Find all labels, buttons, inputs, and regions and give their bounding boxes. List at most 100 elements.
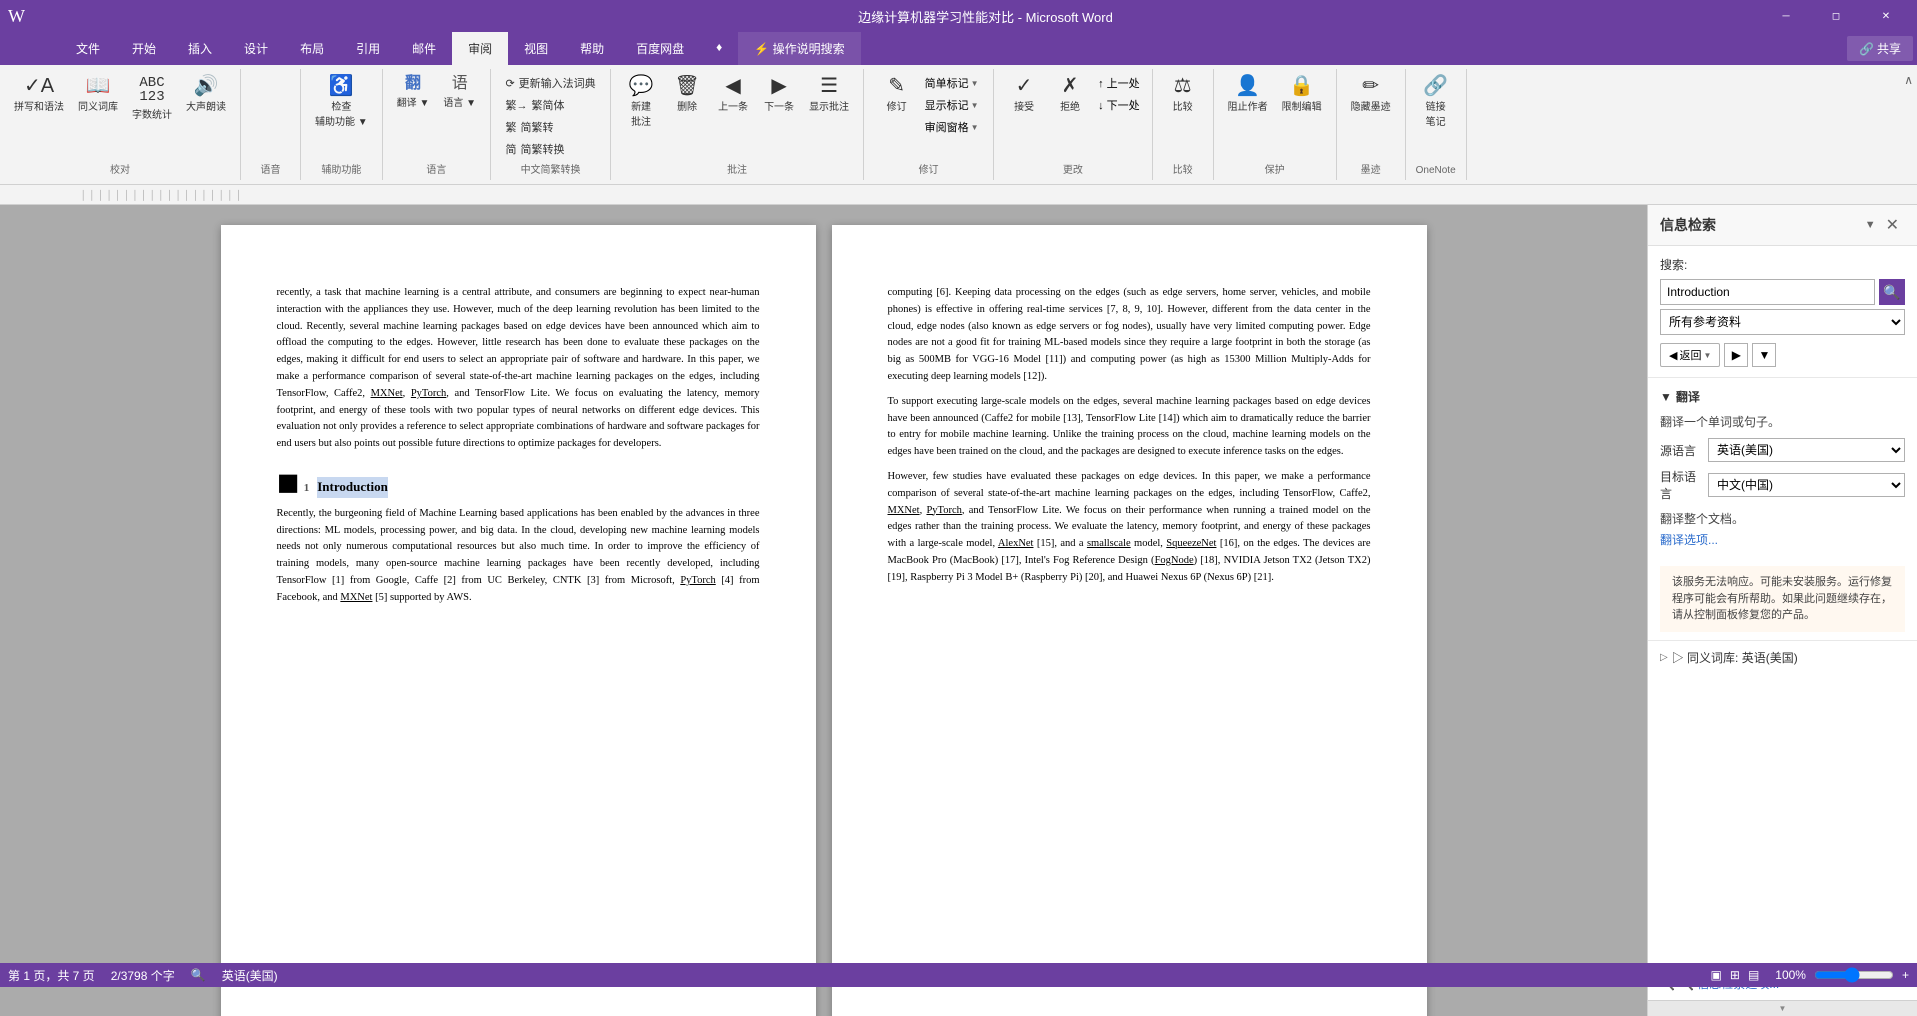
spelling-icon: ✓A [24,76,54,96]
delete-comment-button[interactable]: 🗑 删除 [665,73,709,116]
proofreading-items: ✓A 拼写和语法 📖 同义词库 ABC123 字数统计 🔊 大声朗读 [8,73,232,159]
track-changes-button[interactable]: ✎ 修订 [875,73,919,116]
track-items: ✎ 修订 简单标记 ▼ 显示标记 ▼ 审阅窗格 ▼ [875,73,983,159]
show-markup-dropdown[interactable]: 显示标记 ▼ [921,95,983,115]
title-text: 边缘计算机器学习性能对比 - Microsoft Word [208,7,1763,26]
ribbon-collapse[interactable]: ∧ [1900,69,1917,180]
warning-box: 该服务无法响应。可能未安装服务。运行修复程序可能会有所帮助。如果此问题继续存在，… [1660,566,1905,632]
tab-diamond[interactable]: ♦ [700,32,738,65]
reject-button[interactable]: ✗ 拒绝 [1048,73,1092,116]
search-input[interactable] [1660,279,1875,305]
info-retrieval-panel: 信息检索 ▼ ✕ 搜索: 🔍 所有参考资料 期刊 书籍 网站 [1647,205,1917,1016]
zoom-in-button[interactable]: + [1902,968,1909,982]
translate-options-link[interactable]: 翻译选项... [1660,533,1718,547]
prev-icon: ◀ [725,76,740,96]
panel-options-icon[interactable]: ▼ [1865,219,1876,231]
next-comment-button[interactable]: ▶ 下一条 [757,73,801,116]
tab-search[interactable]: ⚡ 操作说明搜索 [738,32,860,65]
tab-file[interactable]: 文件 [60,32,116,65]
group-onenote: 🔗 链接笔记 OneNote [1406,69,1467,180]
traditional-to-simplified-button[interactable]: 繁 简繁转 [499,117,559,137]
tab-mail[interactable]: 邮件 [396,32,452,65]
update-ime-button[interactable]: ⟳ 更新输入法词典 [499,73,601,93]
close-button[interactable]: ✕ [1863,0,1909,32]
track-dropdowns: 简单标记 ▼ 显示标记 ▼ 审阅窗格 ▼ [921,73,983,137]
new-comment-button[interactable]: 💬 新建批注 [619,73,663,131]
next-change-btn[interactable]: ↓ 下一处 [1094,95,1144,115]
search-row: 🔍 [1660,279,1905,305]
forward-arrow-icon: ▶ [1732,348,1741,362]
linked-notes-button[interactable]: 🔗 链接笔记 [1414,73,1458,131]
simp-icon: 简 [505,141,516,157]
simple-markup-dropdown[interactable]: 简单标记 ▼ [921,73,983,93]
tab-references[interactable]: 引用 [340,32,396,65]
right-page: computing [6]. Keeping data processing o… [832,225,1427,1016]
right-page-para3: However, few studies have evaluated thes… [888,469,1371,587]
view-mode-web[interactable]: ⊞ [1730,968,1740,982]
traditional-simplified-button[interactable]: 繁→ 繁简体 [499,95,570,115]
compare-items: ⚖ 比较 [1161,73,1205,159]
thesaurus-button[interactable]: 📖 同义词库 [72,73,124,116]
tab-insert[interactable]: 插入 [172,32,228,65]
voice-label: 语音 [261,159,281,176]
trad-icon: 繁 [505,119,516,135]
source-language-select[interactable]: 英语(美国) 中文(中国) [1708,438,1905,462]
tab-view[interactable]: 视图 [508,32,564,65]
compare-button[interactable]: ⚖ 比较 [1161,73,1205,116]
back-arrow-icon: ◀ [1669,349,1677,362]
share-btn[interactable]: 🔗 共享 [1847,32,1917,65]
review-pane-dropdown[interactable]: 审阅窗格 ▼ [921,117,983,137]
word-count-button[interactable]: ABC123 字数统计 [126,73,178,124]
simplified-conversion-button[interactable]: 简 简繁转换 [499,139,570,159]
tab-help[interactable]: 帮助 [564,32,620,65]
search-button[interactable]: 🔍 [1879,279,1905,305]
tab-layout[interactable]: 布局 [284,32,340,65]
spelling-grammar-button[interactable]: ✓A 拼写和语法 [8,73,70,116]
tab-design[interactable]: 设计 [228,32,284,65]
forward-button[interactable]: ▶ [1724,343,1748,367]
panel-title-text: 信息检索 [1660,215,1716,235]
minimize-button[interactable]: ─ [1763,0,1809,32]
thesaurus-label: ▷ 同义词库: 英语(美国) [1672,649,1798,666]
view-mode-print[interactable]: ▣ [1711,968,1722,982]
ink-icon: ✏ [1362,76,1379,96]
show-comments-button[interactable]: ☰ 显示批注 [803,73,855,116]
zoom-slider[interactable] [1814,967,1894,983]
tab-baiduyun[interactable]: 百度网盘 [620,32,700,65]
document-area[interactable]: recently, a task that machine learning i… [0,205,1647,1016]
accept-button[interactable]: ✓ 接受 [1002,73,1046,116]
panel-scroll-down[interactable]: ▼ [1648,1000,1917,1016]
conversion-label: 中文简繁转换 [521,159,581,176]
status-bar-right: ▣ ⊞ ▤ 100% + [1711,967,1909,983]
group-protect: 👤 阻止作者 🔒 限制编辑 保护 [1214,69,1337,180]
restrict-editing-button[interactable]: 🔒 限制编辑 [1276,73,1328,116]
language-button[interactable]: 语 语言 ▼ [437,73,482,112]
warning-text: 该服务无法响应。可能未安装服务。运行修复程序可能会有所帮助。如果此问题继续存在，… [1672,576,1892,621]
prev-change-btn[interactable]: ↑ 上一处 [1094,73,1144,93]
down-button[interactable]: ▼ [1752,343,1776,367]
view-mode-read[interactable]: ▤ [1748,968,1759,982]
read-aloud-button[interactable]: 🔊 大声朗读 [180,73,232,116]
restore-button[interactable]: ◻ [1813,0,1859,32]
block-authors-button[interactable]: 👤 阻止作者 [1222,73,1274,116]
tab-start[interactable]: 开始 [116,32,172,65]
group-language: 翻 翻译 ▼ 语 语言 ▼ 语言 [383,69,491,180]
filter-select[interactable]: 所有参考资料 期刊 书籍 网站 [1660,309,1905,335]
prev-comment-button[interactable]: ◀ 上一条 [711,73,755,116]
back-button[interactable]: ◀ 返回 ▼ [1660,343,1720,367]
thesaurus-row[interactable]: ▷ ▷ 同义词库: 英语(美国) [1648,640,1917,674]
check-accessibility-button[interactable]: ♿ 检查辅助功能 ▼ [309,73,374,131]
right-page-para2: To support executing large-scale models … [888,394,1371,461]
hide-ink-button[interactable]: ✏ 隐藏墨迹 [1345,73,1397,116]
simple-markup-arrow: ▼ [971,79,979,88]
proofreading-label: 校对 [110,159,130,176]
tab-review[interactable]: 审阅 [452,32,508,65]
target-language-select[interactable]: 中文(中国) 英语(美国) [1708,473,1905,497]
ink-items: ✏ 隐藏墨迹 [1345,73,1397,159]
group-compare: ⚖ 比较 比较 [1153,69,1214,180]
translate-heading[interactable]: ▼ 翻译 [1660,388,1905,405]
accept-icon: ✓ [1016,76,1033,96]
panel-close-button[interactable]: ✕ [1880,213,1905,237]
translate-button[interactable]: 翻 翻译 ▼ [391,73,436,112]
compare-icon: ⚖ [1174,76,1192,96]
